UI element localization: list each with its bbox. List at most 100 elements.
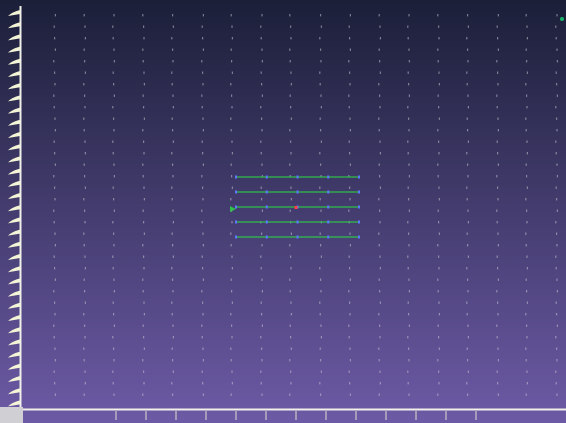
grid-point [320, 255, 322, 258]
axis-marker-icon [560, 17, 564, 21]
grid-point [437, 175, 439, 178]
grid-point [556, 129, 558, 132]
grid-point [143, 152, 145, 155]
grid-point [289, 393, 291, 396]
grid-point [556, 324, 558, 327]
grid-point [142, 209, 144, 212]
grid-point [201, 324, 203, 327]
grid-point [143, 370, 145, 373]
grid-point [320, 60, 322, 63]
grid-point [349, 244, 351, 247]
grid-point [290, 83, 292, 86]
grid-point [172, 336, 174, 339]
grid-point [290, 71, 292, 74]
grid-point [438, 198, 440, 201]
grid-point [349, 301, 351, 304]
grid-point [83, 163, 85, 166]
grid-point [113, 60, 115, 63]
grid-point [290, 255, 292, 258]
grid-point [497, 359, 499, 362]
grid-point [260, 255, 262, 258]
grid-point [320, 244, 322, 247]
grid-point [230, 278, 232, 281]
grid-point [261, 209, 263, 212]
grid-point [84, 336, 86, 339]
grid-point [556, 347, 558, 350]
grid-point [378, 48, 380, 51]
3d-viewport[interactable] [0, 0, 566, 423]
grid-point [466, 301, 468, 304]
grid-point [437, 393, 439, 396]
grid-point [379, 301, 381, 304]
grid-point [525, 117, 527, 120]
grid-point [172, 48, 174, 51]
grid-point [113, 244, 115, 247]
grid-point [467, 163, 469, 166]
grid-point [83, 278, 85, 281]
grid-point [53, 25, 55, 28]
grid-point [378, 117, 380, 120]
grid-point [320, 209, 322, 212]
grid-point [379, 370, 381, 373]
grid-point [142, 14, 144, 17]
grid-point [379, 37, 381, 40]
grid-point [438, 117, 440, 120]
grid-point [113, 83, 115, 86]
selection-point [296, 175, 299, 179]
grid-point [466, 117, 468, 120]
grid-point [437, 163, 439, 166]
grid-point [261, 117, 263, 120]
grid-point [290, 370, 292, 373]
grid-point [171, 313, 173, 316]
grid-point [319, 117, 321, 120]
grid-point [231, 324, 233, 327]
grid-point [113, 94, 115, 97]
grid-point [53, 221, 55, 224]
grid-point [113, 347, 115, 350]
grid-point [348, 140, 350, 143]
grid-point [348, 336, 350, 339]
grid-point [289, 48, 291, 51]
grid-point [466, 232, 468, 235]
grid-point [349, 152, 351, 155]
grid-point [467, 14, 469, 17]
grid-point [230, 232, 232, 235]
grid-point [438, 186, 440, 189]
grid-point [260, 301, 262, 304]
grid-point [526, 152, 528, 155]
grid-point [290, 37, 292, 40]
grid-point [466, 382, 468, 385]
grid-point [83, 48, 85, 51]
grid-point [172, 209, 174, 212]
grid-point [202, 117, 204, 120]
grid-point [467, 221, 469, 224]
grid-point [556, 290, 558, 293]
grid-point [112, 267, 114, 270]
grid-point [496, 25, 498, 28]
grid-point [54, 232, 56, 235]
grid-point [438, 37, 440, 40]
grid-point [143, 71, 145, 74]
grid-point [407, 382, 409, 385]
grid-point [289, 14, 291, 17]
grid-point [230, 347, 232, 350]
grid-point [143, 221, 145, 224]
grid-point [84, 324, 86, 327]
grid-point [497, 393, 499, 396]
grid-point [497, 37, 499, 40]
grid-point [466, 198, 468, 201]
grid-point [53, 106, 55, 109]
grid-point [378, 198, 380, 201]
grid-point [467, 278, 469, 281]
grid-point [260, 140, 262, 143]
grid-point [143, 301, 145, 304]
grid-point [202, 244, 204, 247]
grid-point [349, 359, 351, 362]
grid-point [320, 278, 322, 281]
grid-point [437, 48, 439, 51]
grid-point [260, 37, 262, 40]
grid-point [497, 198, 499, 201]
grid-point [143, 25, 145, 28]
grid-point [84, 221, 86, 224]
grid-point [526, 175, 528, 178]
